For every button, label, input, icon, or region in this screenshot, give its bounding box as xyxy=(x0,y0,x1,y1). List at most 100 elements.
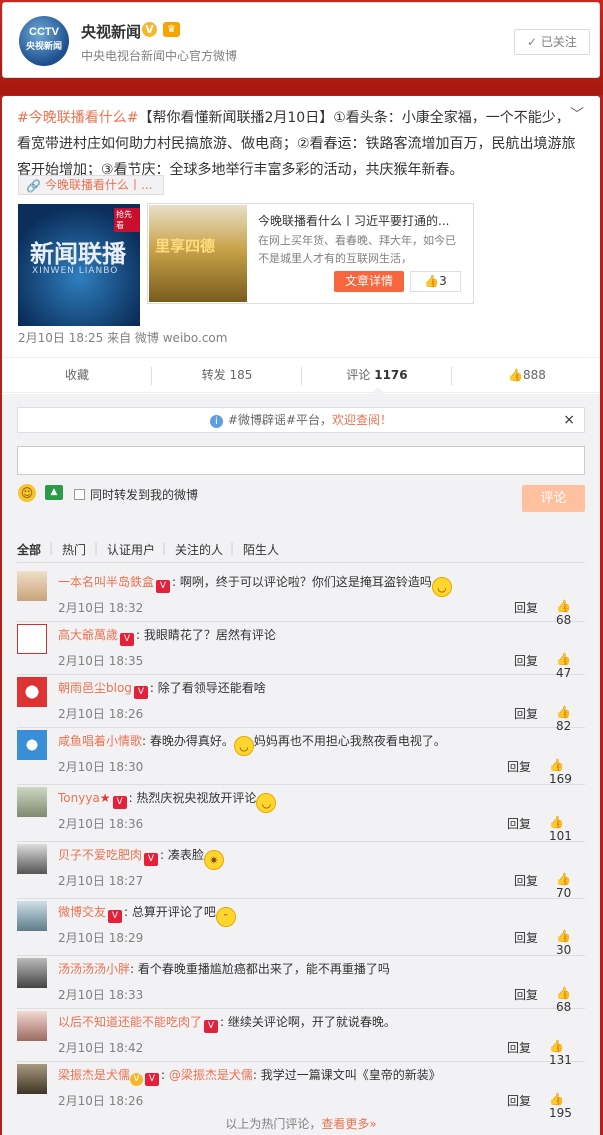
comment-user[interactable]: 朝雨邑尘blog xyxy=(58,681,132,695)
profile-description: 中央电视台新闻中心官方微博 xyxy=(81,49,238,63)
comment-time: 2月10日 18:29 xyxy=(58,931,144,945)
tab-following[interactable]: 关注的人 xyxy=(175,541,223,558)
comment-like-button[interactable]: 👍70 xyxy=(556,872,585,900)
like-button[interactable]: 👍888 xyxy=(452,358,602,394)
vip-crown-icon: ♛ xyxy=(163,22,180,37)
topic-link[interactable]: #今晚联播看什么# xyxy=(17,110,138,126)
reply-button[interactable]: 回复 xyxy=(514,705,538,722)
reply-button[interactable]: 回复 xyxy=(514,929,538,946)
vip-icon: V xyxy=(112,796,127,809)
chevron-down-icon[interactable]: ﹀ xyxy=(570,104,584,124)
comment-text: 除了看领导还能看啥 xyxy=(157,681,266,695)
vip-icon: V xyxy=(204,1020,219,1033)
view-more-link[interactable]: 查看更多» xyxy=(321,1117,376,1131)
avatar[interactable] xyxy=(17,844,47,874)
article-title[interactable]: 今晚联播看什么丨习近平要打通的... xyxy=(258,212,449,229)
avatar[interactable] xyxy=(17,1064,47,1094)
comment-like-button[interactable]: 👍101 xyxy=(549,815,585,843)
close-icon[interactable]: × xyxy=(563,408,575,432)
reply-button[interactable]: 回复 xyxy=(514,872,538,889)
reply-button[interactable]: 回复 xyxy=(514,652,538,669)
comment-item: 高大爺萬歲 V: 我眼睛花了？居然有评论 2月10日 18:35 回复 👍47 xyxy=(17,622,585,680)
reply-button[interactable]: 回复 xyxy=(507,1039,531,1056)
comment-item: Tonyya★ V: 热烈庆祝央视放开评论 ◡ 2月10日 18:36 回复 👍10… xyxy=(17,785,585,843)
smile-emoji-icon: ◡ xyxy=(431,577,452,597)
collect-button[interactable]: 收藏 xyxy=(2,358,152,394)
avatar[interactable] xyxy=(17,901,47,931)
link-icon: 🔗 xyxy=(26,179,41,193)
comment-time: 2月10日 18:32 xyxy=(58,601,144,615)
comment-time: 2月10日 18:42 xyxy=(58,1041,144,1055)
comment-text: 我眼睛花了？居然有评论 xyxy=(143,628,276,642)
doge-emoji-icon: ᵔ xyxy=(215,907,236,927)
tab-verified[interactable]: 认证用户 xyxy=(107,541,155,558)
submit-comment-button[interactable]: 评论 xyxy=(522,485,585,512)
thumb-title: 新闻联播 xyxy=(30,239,126,268)
article-thumbnail: 里享四德 xyxy=(149,205,247,302)
comment-like-button[interactable]: 👍30 xyxy=(556,929,585,957)
cctv-logo[interactable]: CCTV 央视新闻 xyxy=(19,16,69,66)
tab-hot[interactable]: 热门 xyxy=(62,541,86,558)
avatar[interactable] xyxy=(17,624,47,654)
article-detail-button[interactable]: 文章详情 xyxy=(334,271,404,292)
avatar[interactable] xyxy=(17,958,47,988)
also-repost-checkbox[interactable] xyxy=(74,489,85,500)
thumb-up-icon: 👍 xyxy=(424,274,440,288)
comment-user[interactable]: 贝子不爱吃肥肉 xyxy=(58,848,142,862)
comment-user[interactable]: 以后不知道还能不能吃肉了 xyxy=(58,1015,202,1029)
post-actions: 收藏 转发 185 评论 1176 👍888 xyxy=(2,357,600,393)
comment-time: 2月10日 18:35 xyxy=(58,654,144,668)
vip-icon: V xyxy=(108,910,123,923)
comment-user[interactable]: 咸鱼唱着小情歌 xyxy=(58,734,142,748)
comment-user[interactable]: 微博交友 xyxy=(58,905,106,919)
comment-time: 2月10日 18:33 xyxy=(58,988,144,1002)
avatar[interactable] xyxy=(17,677,47,707)
comment-user[interactable]: 高大爺萬歲 xyxy=(58,628,118,642)
vip-icon: V xyxy=(120,633,135,646)
profile-name[interactable]: 央视新闻 xyxy=(81,21,141,42)
article-card[interactable]: 里享四德 今晚联播看什么丨习近平要打通的... 在网上买年货、看春晚、拜大年，如… xyxy=(147,203,474,304)
reply-button[interactable]: 回复 xyxy=(514,599,538,616)
comment-user[interactable]: 一本名叫半岛鉄盒 xyxy=(58,575,154,589)
article-link-chip[interactable]: 🔗 今晚联播看什么丨... xyxy=(18,175,164,195)
comment-item: 贝子不爱吃肥肉 V: 凑表脸 ✷ 2月10日 18:27 回复 👍70 xyxy=(17,842,585,900)
reply-button[interactable]: 回复 xyxy=(507,758,531,775)
comment-user[interactable]: 梁振杰是犬儒 xyxy=(58,1068,130,1082)
tab-strangers[interactable]: 陌生人 xyxy=(243,541,279,558)
comment-user[interactable]: Tonyya xyxy=(58,791,100,805)
smile-emoji-icon: ◡ xyxy=(233,736,254,756)
reply-button[interactable]: 回复 xyxy=(514,986,538,1003)
comment-input[interactable] xyxy=(17,446,585,475)
comment-caret xyxy=(371,387,385,394)
reply-button[interactable]: 回复 xyxy=(507,1092,531,1109)
comment-text: 我学过一篇课文叫《皇帝的新装》 xyxy=(260,1068,441,1082)
rumor-notice: i #微博辟谣#平台，欢迎查阅！ × xyxy=(17,407,585,433)
avatar[interactable] xyxy=(17,787,47,817)
comment-item: 以后不知道还能不能吃肉了 V: 继续关评论啊，开了就说春晚。 2月10日 18:4… xyxy=(17,1009,585,1067)
post-card: #今晚联播看什么#【帮你看懂新闻联播2月10日】①看头条：小康全家福，一个不能少… xyxy=(2,96,600,1135)
notice-link[interactable]: 欢迎查阅！ xyxy=(332,413,392,427)
comment-user[interactable]: 汤汤汤汤小胖 xyxy=(58,962,130,976)
emoji-icon[interactable]: ☺ xyxy=(18,484,36,502)
vip-icon: V xyxy=(144,853,159,866)
article-like-button[interactable]: 👍3 xyxy=(410,271,461,292)
tab-all[interactable]: 全部 xyxy=(17,541,41,558)
reply-button[interactable]: 回复 xyxy=(507,815,531,832)
mention-link[interactable]: @梁振杰是犬儒 xyxy=(169,1068,253,1082)
post-text: #今晚联播看什么#【帮你看懂新闻联播2月10日】①看头条：小康全家福，一个不能少… xyxy=(17,110,576,178)
avatar[interactable] xyxy=(17,571,47,601)
followed-button[interactable]: ✓ 已关注 xyxy=(514,29,590,55)
comment-text: 啊咧，终于可以评论啦？你们这是掩耳盗铃造吗 xyxy=(179,575,432,589)
avatar[interactable] xyxy=(17,730,47,760)
avatar[interactable] xyxy=(17,1011,47,1041)
comment-text: 凑表脸 xyxy=(167,848,204,862)
comment-text: 看个春晚重播尴尬癌都出来了，能不再重播了吗 xyxy=(137,962,390,976)
repost-button[interactable]: 转发 185 xyxy=(152,358,302,394)
image-icon[interactable]: ▲ xyxy=(45,485,63,500)
vip-icon: V xyxy=(145,1073,160,1086)
post-image[interactable]: 抢先看 新闻联播 XINWEN LIANBO xyxy=(18,204,140,326)
comment-section: i #微博辟谣#平台，欢迎查阅！ × ☺ ▲ 同时转发到我的微博 评论 全部 | 热… xyxy=(2,394,600,1135)
comment-like-button[interactable]: 👍169 xyxy=(549,758,585,786)
also-repost-label: 同时转发到我的微博 xyxy=(90,488,199,502)
comment-time: 2月10日 18:27 xyxy=(58,874,144,888)
